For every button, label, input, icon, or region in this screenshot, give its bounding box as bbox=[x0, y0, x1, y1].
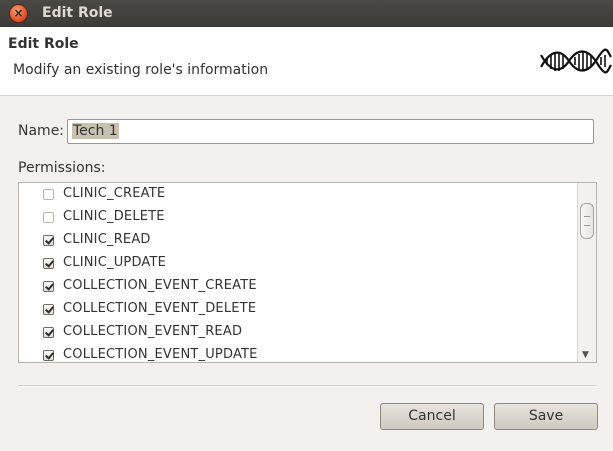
permission-row[interactable]: COLLECTION_EVENT_DELETE bbox=[19, 298, 579, 321]
save-button[interactable]: Save bbox=[494, 403, 598, 430]
permission-label: COLLECTION_EVENT_CREATE bbox=[63, 278, 257, 293]
permission-row[interactable]: CLINIC_UPDATE bbox=[19, 252, 579, 275]
close-icon[interactable]: × bbox=[10, 5, 27, 22]
permission-row[interactable]: CLINIC_DELETE bbox=[19, 206, 579, 229]
arrow-down-icon[interactable]: ▼ bbox=[582, 350, 589, 360]
window-titlebar: × Edit Role bbox=[0, 0, 613, 27]
permissions-scrollbar[interactable]: ▼ bbox=[577, 183, 596, 362]
scrollbar-thumb[interactable] bbox=[580, 203, 594, 239]
permission-row[interactable]: CLINIC_READ bbox=[19, 229, 579, 252]
header-title: Edit Role bbox=[8, 36, 79, 52]
permission-checkbox[interactable] bbox=[43, 327, 54, 338]
permission-checkbox[interactable] bbox=[43, 281, 54, 292]
name-label: Name: bbox=[18, 123, 65, 139]
permission-checkbox[interactable] bbox=[43, 235, 54, 246]
name-input-value: Tech 1 bbox=[72, 123, 119, 139]
separator bbox=[18, 385, 597, 387]
permission-checkbox[interactable] bbox=[43, 189, 54, 200]
permission-checkbox[interactable] bbox=[43, 304, 54, 315]
permission-label: COLLECTION_EVENT_DELETE bbox=[63, 301, 257, 316]
dialog-header: Edit Role Modify an existing role's info… bbox=[0, 27, 613, 96]
permission-label: CLINIC_READ bbox=[63, 232, 151, 247]
permission-checkbox[interactable] bbox=[43, 212, 54, 223]
permission-row[interactable]: COLLECTION_EVENT_READ bbox=[19, 321, 579, 344]
dna-helix-icon bbox=[540, 48, 612, 74]
permission-row[interactable]: COLLECTION_EVENT_CREATE bbox=[19, 275, 579, 298]
permission-label: COLLECTION_EVENT_UPDATE bbox=[63, 347, 258, 362]
permission-checkbox[interactable] bbox=[43, 350, 54, 361]
cancel-button[interactable]: Cancel bbox=[380, 403, 484, 430]
name-input[interactable]: Tech 1 bbox=[67, 119, 594, 144]
permission-label: CLINIC_CREATE bbox=[63, 186, 166, 201]
permission-row[interactable]: COLLECTION_EVENT_UPDATE bbox=[19, 344, 579, 362]
window-title: Edit Role bbox=[42, 5, 113, 21]
permissions-label: Permissions: bbox=[18, 160, 106, 176]
header-description: Modify an existing role's information bbox=[13, 62, 269, 78]
permission-checkbox[interactable] bbox=[43, 258, 54, 269]
permissions-list[interactable]: CLINIC_CREATE CLINIC_DELETE CLINIC_READ … bbox=[18, 182, 597, 363]
permission-label: COLLECTION_EVENT_READ bbox=[63, 324, 243, 339]
permission-row[interactable]: CLINIC_CREATE bbox=[19, 183, 579, 206]
permission-label: CLINIC_DELETE bbox=[63, 209, 165, 224]
permission-label: CLINIC_UPDATE bbox=[63, 255, 167, 270]
